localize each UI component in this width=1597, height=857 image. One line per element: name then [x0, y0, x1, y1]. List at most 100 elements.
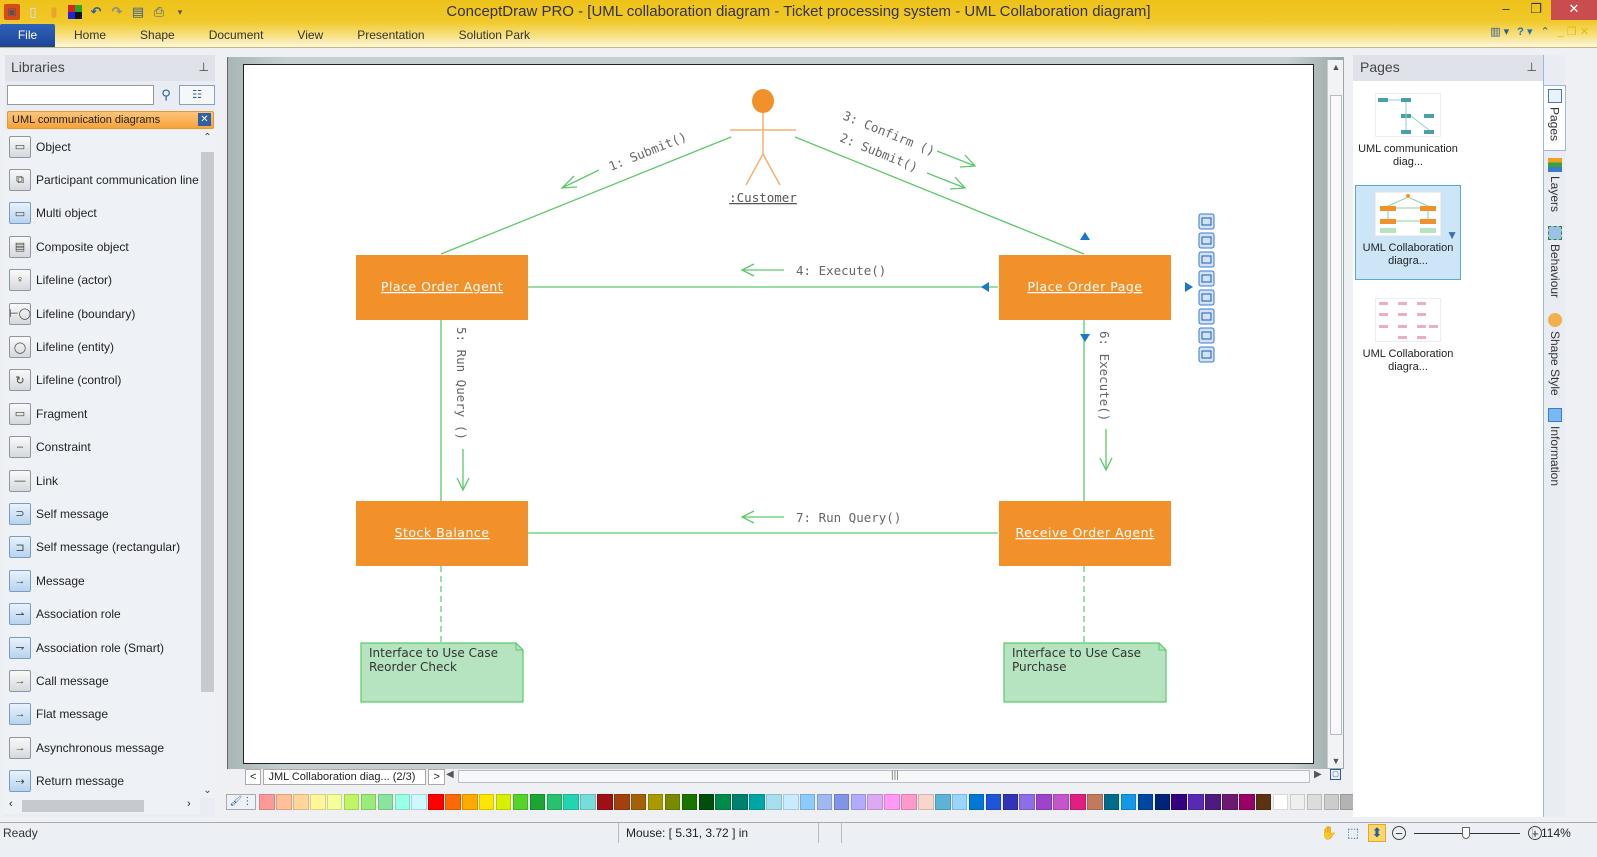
library-item[interactable]: ⊐ Self message (rectangular) — [5, 531, 200, 564]
tab-shape[interactable]: Shape — [123, 24, 192, 47]
save-icon[interactable]: ▤ — [130, 4, 146, 20]
close-library-icon[interactable]: ✕ — [198, 113, 211, 126]
help-icon[interactable]: ? ▾ — [1517, 25, 1532, 38]
note-reorder-check[interactable]: Interface to Use Case Reorder Check — [360, 642, 524, 703]
side-tab-layers[interactable]: Layers — [1544, 155, 1566, 217]
link-customer-poa[interactable] — [440, 136, 732, 255]
color-swatch[interactable] — [833, 794, 850, 810]
color-swatch[interactable] — [1222, 794, 1238, 810]
layout-menu-icon[interactable]: ▥ ▾ — [1490, 25, 1509, 38]
object-place-order-agent[interactable]: Place Order Agent — [356, 255, 528, 320]
color-swatch[interactable] — [1205, 794, 1221, 810]
tab-file[interactable]: File — [0, 24, 55, 47]
redo-icon[interactable]: ↷ — [109, 4, 125, 20]
tab-document[interactable]: Document — [192, 24, 281, 47]
color-swatch[interactable] — [310, 794, 326, 810]
color-swatch[interactable] — [935, 794, 951, 810]
library-search-input[interactable] — [7, 85, 154, 105]
page-menu-dropdown-icon[interactable]: ▼ — [1446, 228, 1458, 242]
library-item[interactable]: ♀ Lifeline (actor) — [5, 264, 200, 297]
color-swatch[interactable] — [1323, 794, 1339, 810]
color-swatch[interactable] — [1036, 794, 1052, 810]
scrollbar-thumb[interactable] — [22, 800, 144, 812]
color-swatch[interactable] — [1103, 794, 1120, 810]
color-swatch[interactable] — [630, 794, 647, 810]
color-swatch[interactable] — [1019, 794, 1035, 810]
side-tab-shape-style[interactable]: Shape Style — [1544, 310, 1566, 398]
object-place-order-page[interactable]: Place Order Page — [999, 255, 1171, 320]
app-logo-icon[interactable]: ▣ — [4, 4, 20, 20]
color-swatch[interactable] — [411, 794, 427, 810]
zoom-out-icon[interactable]: − — [1392, 826, 1406, 841]
fit-to-window-icon[interactable]: ⬍ — [1368, 824, 1386, 842]
canvas-vertical-scrollbar[interactable]: ▲ ▼ — [1327, 60, 1343, 768]
page-thumbnail-2[interactable]: ▼ UML Collaboration diagra... — [1355, 185, 1461, 280]
library-item[interactable]: ↻ Lifeline (control) — [5, 364, 200, 397]
color-swatch[interactable] — [293, 794, 309, 810]
color-swatch[interactable] — [563, 794, 579, 810]
library-item[interactable]: ⇢ Return message — [5, 764, 200, 797]
smart-toolbar-participant-line-icon[interactable] — [1198, 251, 1215, 268]
color-swatch[interactable] — [580, 794, 596, 810]
color-swatch[interactable] — [597, 794, 613, 810]
close-button[interactable]: ✕ — [1551, 0, 1597, 20]
scroll-down-icon[interactable]: ⌄ — [200, 785, 215, 796]
color-swatch[interactable] — [985, 794, 1002, 810]
color-swatch[interactable] — [529, 794, 546, 810]
handle-right-icon[interactable] — [1185, 282, 1193, 292]
color-swatch[interactable] — [647, 794, 664, 810]
mdi-controls[interactable]: _ ❐ ✕ — [1558, 25, 1589, 38]
link-customer-pop[interactable] — [794, 136, 1085, 255]
object-stock-balance[interactable]: Stock Balance — [356, 501, 528, 566]
library-item[interactable]: ▭ Multi object — [5, 197, 200, 230]
side-tab-pages[interactable]: Pages — [1544, 85, 1566, 151]
color-swatch[interactable] — [276, 794, 292, 810]
color-swatch[interactable] — [1070, 794, 1086, 810]
page-selector[interactable]: JML Collaboration diag... (2/3) — [263, 768, 427, 785]
color-swatch[interactable] — [1255, 794, 1272, 810]
handle-left-icon[interactable] — [981, 282, 989, 292]
library-item[interactable]: ▭ Fragment — [5, 397, 200, 430]
color-swatch[interactable] — [715, 794, 731, 810]
library-item[interactable]: ⊃ Self message — [5, 497, 200, 530]
color-swatch[interactable] — [884, 794, 900, 810]
smart-toolbar-composite-object-icon[interactable] — [1198, 270, 1215, 287]
search-icon[interactable]: ⚲ — [157, 85, 175, 105]
undo-icon[interactable]: ↶ — [88, 4, 104, 20]
color-swatch[interactable] — [1002, 794, 1019, 810]
library-horizontal-scrollbar[interactable]: ‹ › — [5, 798, 200, 814]
scrollbar-grip[interactable]: ||| — [891, 770, 899, 781]
zoom-slider[interactable] — [1412, 824, 1522, 842]
color-swatch[interactable] — [799, 794, 816, 810]
color-swatch[interactable] — [1171, 794, 1187, 810]
library-vertical-scrollbar[interactable]: ⌃ ⌄ — [200, 130, 215, 798]
color-swatch[interactable] — [1137, 794, 1154, 810]
solution-browser-icon[interactable] — [67, 4, 83, 20]
smart-toolbar-association-icon[interactable] — [1198, 327, 1215, 344]
color-swatch[interactable] — [1239, 794, 1255, 810]
side-tab-information[interactable]: Information — [1544, 405, 1566, 491]
color-swatch[interactable] — [614, 794, 630, 810]
color-swatch[interactable] — [428, 794, 444, 810]
smart-toolbar-actor-icon[interactable] — [1198, 213, 1215, 230]
color-swatch[interactable] — [951, 794, 968, 810]
library-item[interactable]: → Message — [5, 564, 200, 597]
library-tree-button[interactable]: ☷ — [179, 85, 215, 105]
color-swatch[interactable] — [445, 794, 461, 810]
page-thumbnail-1[interactable]: UML communication diag... — [1355, 87, 1461, 182]
color-swatch[interactable] — [1154, 794, 1171, 810]
color-swatch[interactable] — [462, 794, 478, 810]
library-item[interactable]: ▭ Object — [5, 130, 200, 163]
color-swatch[interactable] — [664, 794, 681, 810]
minimize-button[interactable]: – — [1491, 0, 1521, 20]
customize-dropdown-icon[interactable]: ▾ — [172, 4, 188, 20]
scroll-up-icon[interactable]: ▲ — [1328, 62, 1344, 72]
new-document-icon[interactable]: ▯ — [25, 4, 41, 20]
handle-up-icon[interactable] — [1080, 232, 1090, 240]
print-preview-icon[interactable]: ⎙ — [151, 4, 167, 20]
note-purchase[interactable]: Interface to Use Case Purchase — [1003, 642, 1167, 703]
color-swatch[interactable] — [816, 794, 833, 810]
tab-solution-park[interactable]: Solution Park — [442, 24, 547, 47]
color-swatch[interactable] — [343, 794, 360, 810]
scrollbar-thumb[interactable] — [201, 152, 214, 692]
